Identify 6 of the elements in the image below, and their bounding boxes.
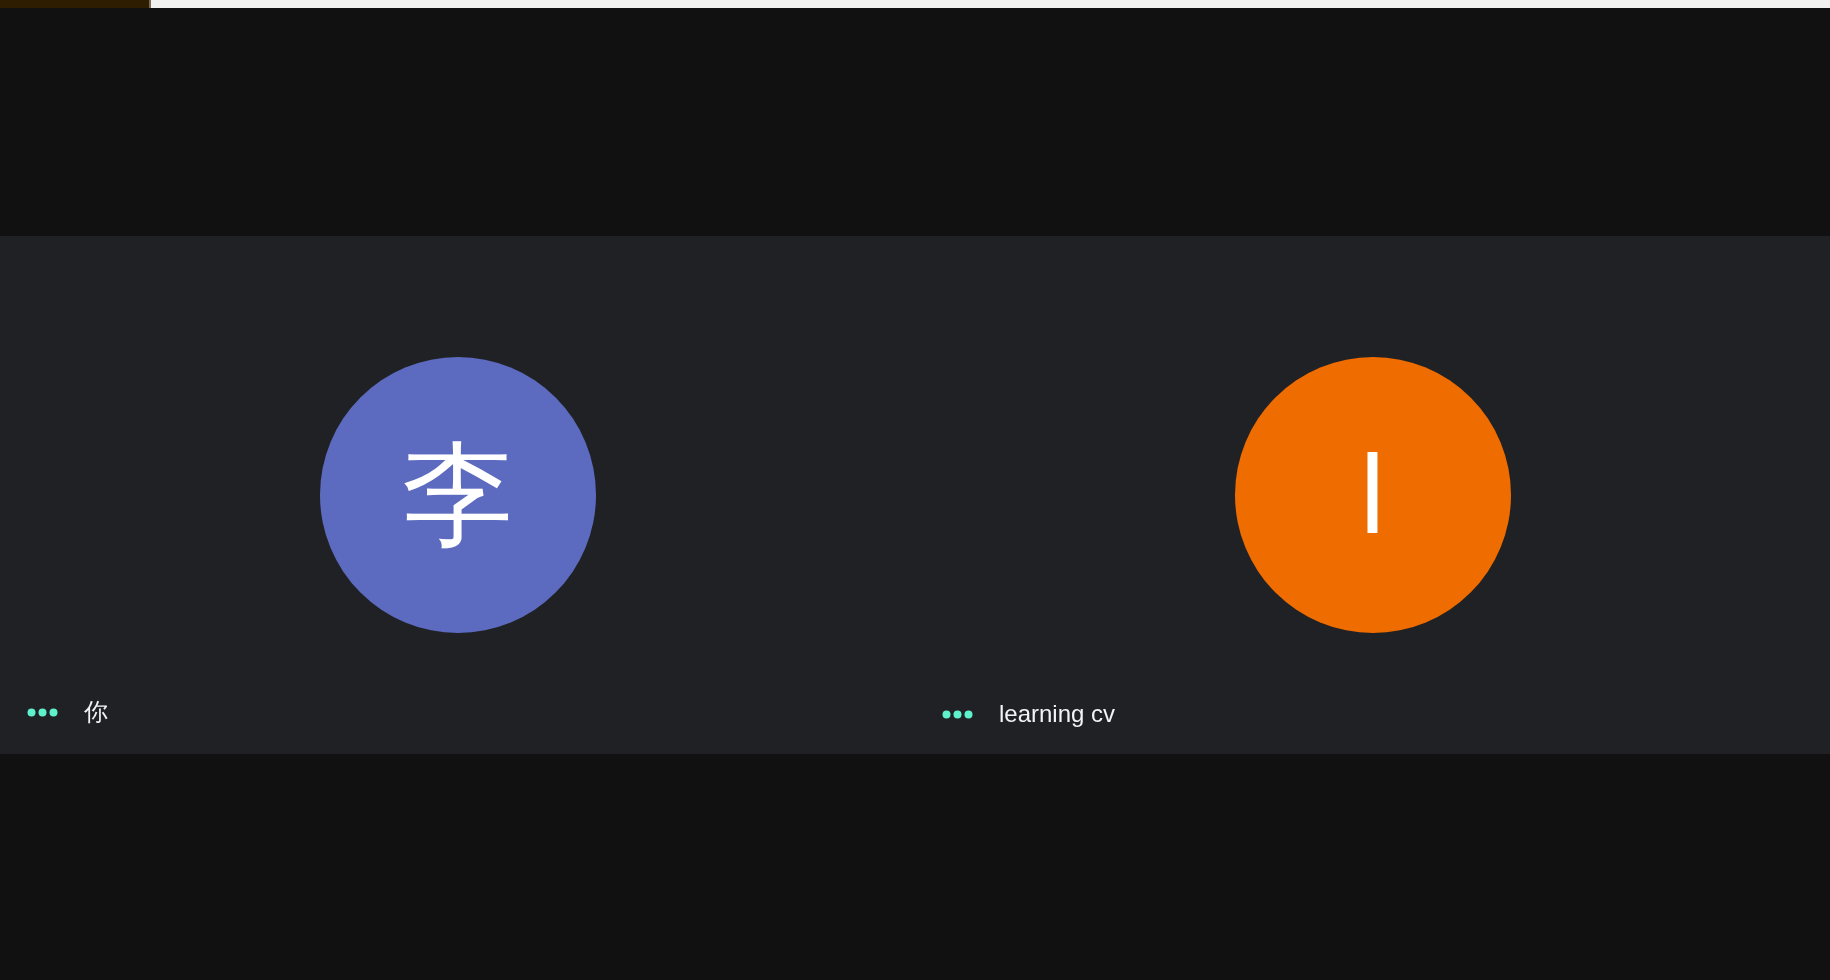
participant-name: 你: [84, 697, 108, 727]
avatar-circle: 李: [319, 357, 596, 633]
dots-icon: [942, 709, 973, 719]
dots-icon: [27, 707, 58, 717]
participant-name: learning cv: [999, 700, 1116, 728]
avatar-circle: l: [1234, 357, 1511, 633]
